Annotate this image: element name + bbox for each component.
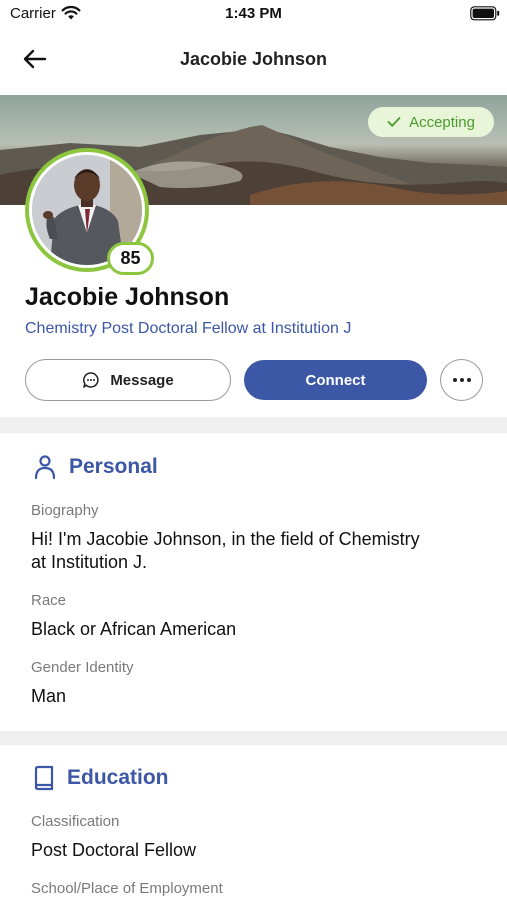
clock-time: 1:43 PM (225, 5, 282, 22)
race-label: Race (31, 592, 67, 609)
gender-identity-value: Man (31, 686, 67, 706)
more-options-button[interactable] (440, 359, 483, 401)
checkmark-icon (387, 117, 401, 127)
personal-section-title: Personal (69, 455, 158, 478)
education-section-header: Education (33, 765, 169, 791)
status-bar: Carrier 1:43 PM (0, 0, 507, 28)
accepting-status-label: Accepting (409, 113, 475, 131)
connect-button[interactable]: Connect (244, 360, 427, 400)
biography-line-2: at Institution J. (31, 552, 148, 572)
school-employment-label: School/Place of Employment (31, 880, 223, 897)
book-icon (34, 765, 54, 791)
biography-line-1: Hi! I'm Jacobie Johnson, in the field of… (31, 529, 420, 549)
person-icon (34, 455, 56, 480)
race-value: Black or African American (31, 619, 237, 639)
section-divider (0, 417, 507, 433)
classification-value: Post Doctoral Fellow (31, 840, 197, 860)
connect-button-label: Connect (305, 371, 366, 389)
chat-bubble-icon (83, 372, 99, 388)
score-badge: 85 (107, 242, 154, 275)
battery-icon (470, 6, 500, 21)
nav-bar: Jacobie Johnson (0, 36, 507, 82)
message-button[interactable]: Message (25, 359, 231, 401)
section-divider (0, 731, 507, 745)
personal-section-header: Personal (33, 454, 158, 480)
biography-label: Biography (31, 502, 99, 519)
message-button-label: Message (110, 371, 174, 389)
nav-title: Jacobie Johnson (179, 49, 328, 69)
gender-identity-label: Gender Identity (31, 659, 134, 676)
profile-headline: Chemistry Post Doctoral Fellow at Instit… (25, 320, 352, 337)
classification-label: Classification (31, 813, 120, 830)
profile-name: Jacobie Johnson (25, 283, 230, 311)
accepting-status-badge: Accepting (368, 107, 494, 137)
more-horizontal-icon (452, 378, 471, 382)
education-section-title: Education (67, 766, 169, 789)
